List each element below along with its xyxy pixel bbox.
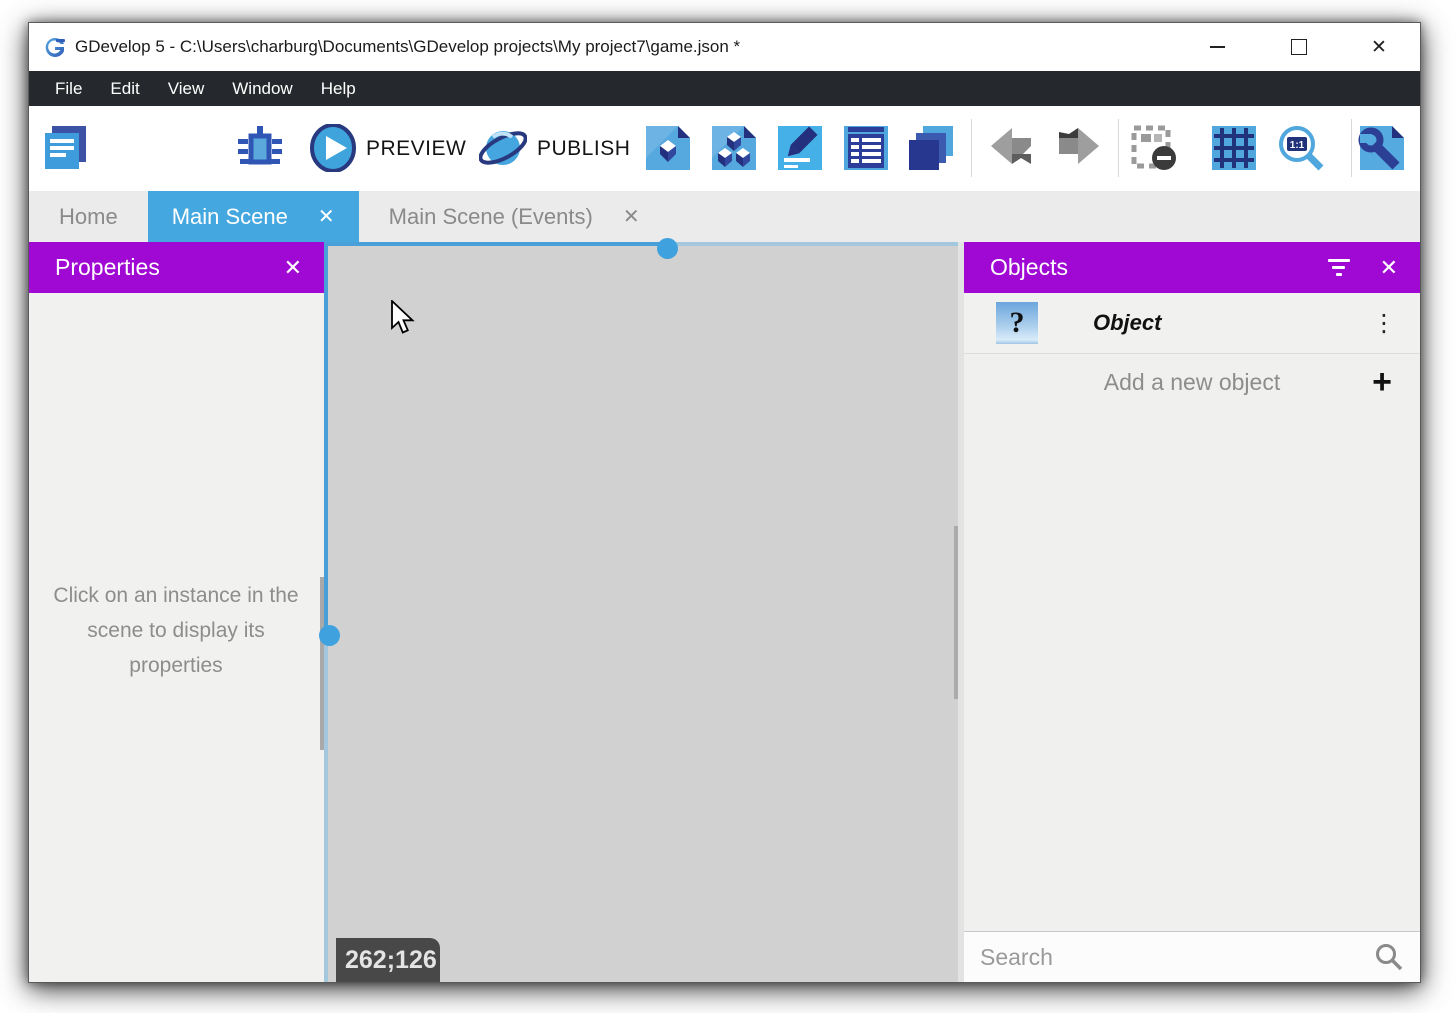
maximize-icon [1291, 39, 1307, 55]
maximize-button[interactable] [1281, 23, 1317, 71]
resize-handle-left[interactable] [319, 625, 340, 646]
scene-canvas[interactable]: 262;126 [324, 242, 958, 982]
app-window: GDevelop 5 - C:\Users\charburg\Documents… [28, 22, 1421, 983]
toolbar-separator [1351, 119, 1352, 177]
scene-window-border-top [324, 242, 667, 246]
tab-home[interactable]: Home [29, 191, 148, 242]
resize-handle-top[interactable] [657, 238, 678, 259]
object-menu-kebab-icon[interactable]: ⋮ [1372, 309, 1396, 338]
objects-title: Objects [990, 254, 1328, 281]
tab-main-scene[interactable]: Main Scene ✕ [148, 191, 359, 242]
debugger-icon[interactable] [236, 124, 284, 172]
objects-header: Objects ✕ [964, 242, 1420, 293]
events-sheet-icon[interactable] [842, 124, 890, 172]
scene-editor-icon[interactable] [644, 124, 692, 172]
tab-bar: Home Main Scene ✕ Main Scene (Events) ✕ [29, 191, 1420, 242]
window-title: GDevelop 5 - C:\Users\charburg\Documents… [75, 37, 740, 57]
mask-toggle-icon[interactable] [1130, 124, 1178, 172]
object-list-item[interactable]: ? Object ⋮ [964, 293, 1420, 354]
tab-main-scene-label: Main Scene [172, 204, 288, 230]
publish-button[interactable]: PUBLISH [537, 106, 630, 191]
minimize-button[interactable] [1199, 23, 1235, 71]
minimize-icon [1210, 46, 1225, 48]
close-window-button[interactable]: ✕ [1361, 23, 1397, 71]
preview-play-icon[interactable] [309, 124, 357, 172]
undo-icon[interactable] [987, 124, 1035, 172]
toolbar: PREVIEW PUBLISH [29, 106, 1420, 191]
zoom-ratio-label: 1:1 [1290, 140, 1305, 151]
preview-button[interactable]: PREVIEW [366, 106, 466, 191]
toolbar-separator [1118, 119, 1119, 177]
tab-home-label: Home [59, 204, 118, 230]
object-thumbnail-icon: ? [996, 302, 1038, 344]
properties-body: Click on an instance in the scene to dis… [29, 293, 324, 982]
search-icon[interactable] [1374, 942, 1404, 972]
main-content: Properties ✕ Click on an instance in the… [29, 242, 1420, 982]
properties-title: Properties [55, 254, 284, 281]
redo-icon[interactable] [1055, 124, 1103, 172]
objects-empty-area [964, 410, 1420, 931]
tab-main-scene-events-close-icon[interactable]: ✕ [623, 204, 640, 229]
menu-help[interactable]: Help [307, 71, 370, 106]
grid-icon[interactable] [1210, 124, 1258, 172]
properties-panel: Properties ✕ Click on an instance in the… [29, 242, 324, 982]
cursor-coordinates-badge: 262;126 [336, 938, 440, 982]
mouse-cursor-icon [390, 300, 416, 338]
project-manager-icon[interactable] [42, 124, 90, 172]
menu-bar: File Edit View Window Help [29, 71, 1420, 106]
objects-panel: Objects ✕ ? Object ⋮ Add a new object + [964, 242, 1420, 982]
menu-view[interactable]: View [154, 71, 219, 106]
objects-editor-icon[interactable] [710, 124, 758, 172]
tab-main-scene-close-icon[interactable]: ✕ [318, 204, 335, 229]
scene-window-border-top-extension [667, 242, 958, 246]
object-name: Object [1093, 310, 1161, 336]
publish-globe-icon[interactable] [479, 124, 527, 172]
menu-edit[interactable]: Edit [96, 71, 153, 106]
menu-window[interactable]: Window [218, 71, 306, 106]
zoom-actual-size-icon[interactable]: 1:1 [1277, 124, 1325, 172]
tab-main-scene-events[interactable]: Main Scene (Events) ✕ [359, 191, 670, 242]
object-search-bar [964, 931, 1420, 982]
properties-empty-message: Click on an instance in the scene to dis… [41, 578, 311, 683]
scene-window-border-left-extension [324, 635, 328, 982]
add-object-plus-icon[interactable]: + [1372, 365, 1392, 399]
object-search-input[interactable] [978, 943, 1352, 972]
add-object-label: Add a new object [964, 369, 1420, 396]
edit-pencil-icon[interactable] [776, 124, 824, 172]
add-object-row[interactable]: Add a new object + [964, 354, 1420, 410]
objects-close-icon[interactable]: ✕ [1380, 255, 1398, 281]
filter-icon[interactable] [1328, 259, 1350, 276]
tools-wrench-icon[interactable] [1358, 124, 1406, 172]
tab-main-scene-events-label: Main Scene (Events) [389, 204, 593, 230]
properties-close-icon[interactable]: ✕ [284, 255, 302, 281]
properties-header: Properties ✕ [29, 242, 324, 293]
layers-icon[interactable] [907, 124, 955, 172]
toolbar-separator [971, 119, 972, 177]
gdevelop-logo-icon [43, 35, 67, 59]
title-bar: GDevelop 5 - C:\Users\charburg\Documents… [29, 23, 1420, 71]
menu-file[interactable]: File [41, 71, 96, 106]
scene-window-border-left [324, 242, 328, 635]
canvas-scrollbar[interactable] [954, 526, 958, 699]
